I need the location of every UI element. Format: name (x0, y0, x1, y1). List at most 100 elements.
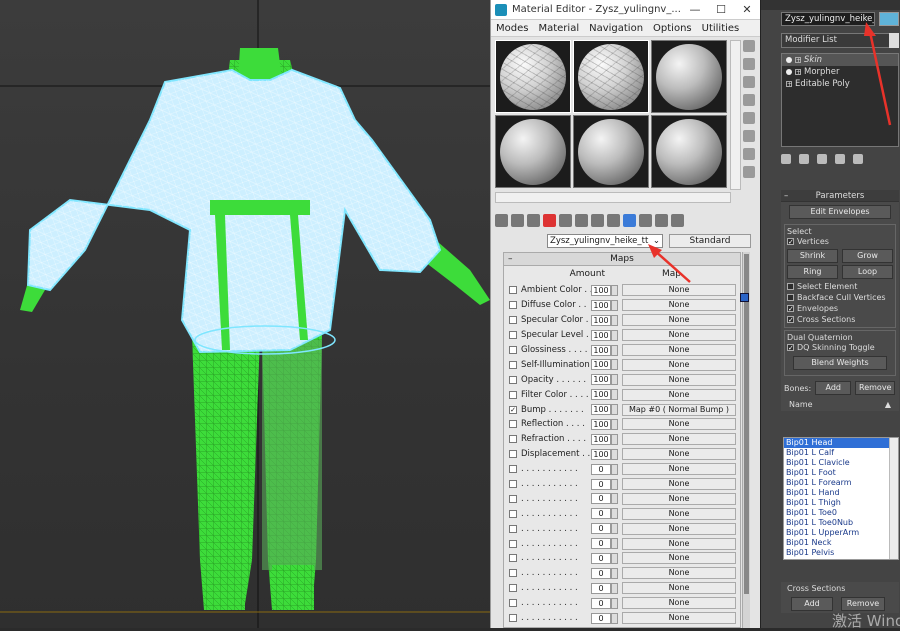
sample-type-icon[interactable] (743, 40, 755, 52)
object-name-field[interactable]: Zysz_yulingnv_heike_tt (781, 12, 875, 26)
map-enable-checkbox[interactable] (509, 450, 517, 459)
bone-list-item[interactable]: Bip01 Head (784, 438, 898, 448)
pin-stack-icon[interactable] (781, 154, 791, 164)
map-amount-field[interactable]: 100 (591, 389, 611, 401)
bones-list-scrollbar[interactable] (889, 438, 898, 559)
close-button[interactable]: ✕ (734, 3, 760, 16)
parameters-header[interactable]: – Parameters (781, 190, 899, 202)
bone-list-item[interactable]: Bip01 L Hand (784, 488, 898, 498)
amount-spinner[interactable] (611, 552, 618, 564)
map-amount-field[interactable]: 0 (591, 523, 611, 535)
envelopes-checkbox[interactable]: ✓ Envelopes (787, 303, 893, 314)
amount-spinner[interactable] (611, 374, 618, 386)
map-slot-button[interactable]: None (622, 358, 736, 371)
map-amount-field[interactable]: 0 (591, 597, 611, 609)
put-to-scene-icon[interactable] (511, 213, 524, 227)
map-slot-button[interactable]: None (622, 597, 736, 610)
map-enable-checkbox[interactable] (509, 494, 517, 503)
amount-spinner[interactable] (611, 314, 618, 326)
amount-spinner[interactable] (611, 597, 618, 609)
map-enable-checkbox[interactable] (509, 331, 517, 340)
maps-rollout-header[interactable]: – Maps (504, 253, 740, 266)
slots-horizontal-scrollbar[interactable] (495, 192, 731, 203)
show-end-result-icon[interactable] (639, 213, 652, 227)
backface-cull-checkbox[interactable]: Backface Cull Vertices (787, 292, 893, 303)
map-enable-checkbox[interactable] (509, 435, 517, 444)
make-copy-icon[interactable] (559, 213, 572, 227)
put-to-library-icon[interactable] (591, 213, 604, 227)
ring-button[interactable]: Ring (787, 265, 838, 279)
map-slot-button[interactable]: None (622, 612, 736, 625)
map-slot-button[interactable]: None (622, 537, 736, 550)
amount-spinner[interactable] (611, 538, 618, 550)
map-amount-field[interactable]: 100 (591, 404, 611, 416)
remove-bone-button[interactable]: Remove (855, 381, 896, 395)
amount-spinner[interactable] (611, 433, 618, 445)
make-preview-icon[interactable] (743, 130, 755, 142)
expand-icon[interactable]: + (795, 69, 801, 76)
go-forward-sibling-icon[interactable] (671, 213, 684, 227)
amount-spinner[interactable] (611, 493, 618, 505)
uv-tiling-icon[interactable] (743, 94, 755, 106)
modifier-stack-item[interactable]: + Skin (782, 54, 898, 66)
cross-section-remove-button[interactable]: Remove (841, 597, 885, 611)
map-slot-button[interactable]: None (622, 463, 736, 476)
amount-spinner[interactable] (611, 448, 618, 460)
amount-spinner[interactable] (611, 344, 618, 356)
expand-icon[interactable]: + (795, 57, 801, 64)
add-bone-button[interactable]: Add (815, 381, 852, 395)
sample-slot-6[interactable] (651, 115, 727, 188)
amount-spinner[interactable] (611, 389, 618, 401)
go-to-parent-icon[interactable] (655, 213, 668, 227)
map-enable-checkbox[interactable] (509, 539, 517, 548)
3d-viewport[interactable] (0, 0, 490, 628)
map-amount-field[interactable]: 0 (591, 463, 611, 475)
modifier-stack-item[interactable]: + Morpher (782, 66, 898, 78)
amount-spinner[interactable] (611, 329, 618, 341)
amount-spinner[interactable] (611, 508, 618, 520)
slots-vertical-scrollbar[interactable] (730, 40, 741, 190)
map-amount-field[interactable]: 0 (591, 582, 611, 594)
map-slot-button[interactable]: None (622, 284, 736, 297)
remove-modifier-icon[interactable] (835, 154, 845, 164)
map-amount-field[interactable]: 0 (591, 538, 611, 550)
bone-list-item[interactable]: Bip01 L Foot (784, 468, 898, 478)
amount-spinner[interactable] (611, 567, 618, 579)
cross-sections-checkbox[interactable]: ✓ Cross Sections (787, 314, 893, 325)
menu-utilities[interactable]: Utilities (697, 23, 745, 34)
map-enable-checkbox[interactable] (509, 465, 517, 474)
map-amount-field[interactable]: 0 (591, 478, 611, 490)
blend-weights-button[interactable]: Blend Weights (793, 356, 887, 370)
bone-list-item[interactable]: Bip01 Pelvis (784, 548, 898, 558)
bone-list-item[interactable]: Bip01 L Clavicle (784, 458, 898, 468)
map-amount-field[interactable]: 100 (591, 299, 611, 311)
amount-spinner[interactable] (611, 463, 618, 475)
backlight-icon[interactable] (743, 58, 755, 70)
material-editor-titlebar[interactable]: Material Editor - Zysz_yulingnv_... — ☐ … (491, 0, 760, 20)
dq-skinning-toggle[interactable]: ✓ DQ Skinning Toggle (787, 342, 893, 353)
assign-to-selection-icon[interactable] (527, 213, 540, 227)
video-color-check-icon[interactable] (743, 112, 755, 124)
map-slot-button[interactable]: None (622, 329, 736, 342)
amount-spinner[interactable] (611, 284, 618, 296)
map-enable-checkbox[interactable] (509, 286, 517, 295)
map-amount-field[interactable]: 0 (591, 493, 611, 505)
options-icon[interactable] (743, 148, 755, 160)
map-amount-field[interactable]: 100 (591, 448, 611, 460)
map-enable-checkbox[interactable] (509, 554, 517, 563)
bone-list-item[interactable]: Bip01 L Calf (784, 448, 898, 458)
bones-name-header[interactable]: Name ▲ (781, 398, 899, 411)
map-slot-button[interactable]: None (622, 492, 736, 505)
map-amount-field[interactable]: 0 (591, 612, 611, 624)
bone-list-item[interactable]: Bip01 L UpperArm (784, 528, 898, 538)
maps-scrollbar[interactable] (742, 252, 750, 628)
menu-options[interactable]: Options (648, 23, 697, 34)
map-enable-checkbox[interactable]: ✓ (509, 405, 517, 414)
bone-list-item[interactable]: Bip01 Neck (784, 538, 898, 548)
map-slot-button[interactable]: None (622, 448, 736, 461)
menu-modes[interactable]: Modes (491, 23, 533, 34)
map-slot-button[interactable]: None (622, 344, 736, 356)
amount-spinner[interactable] (611, 582, 618, 594)
maps-scroll-thumb[interactable] (744, 254, 749, 594)
sample-slot-5[interactable] (573, 115, 649, 188)
